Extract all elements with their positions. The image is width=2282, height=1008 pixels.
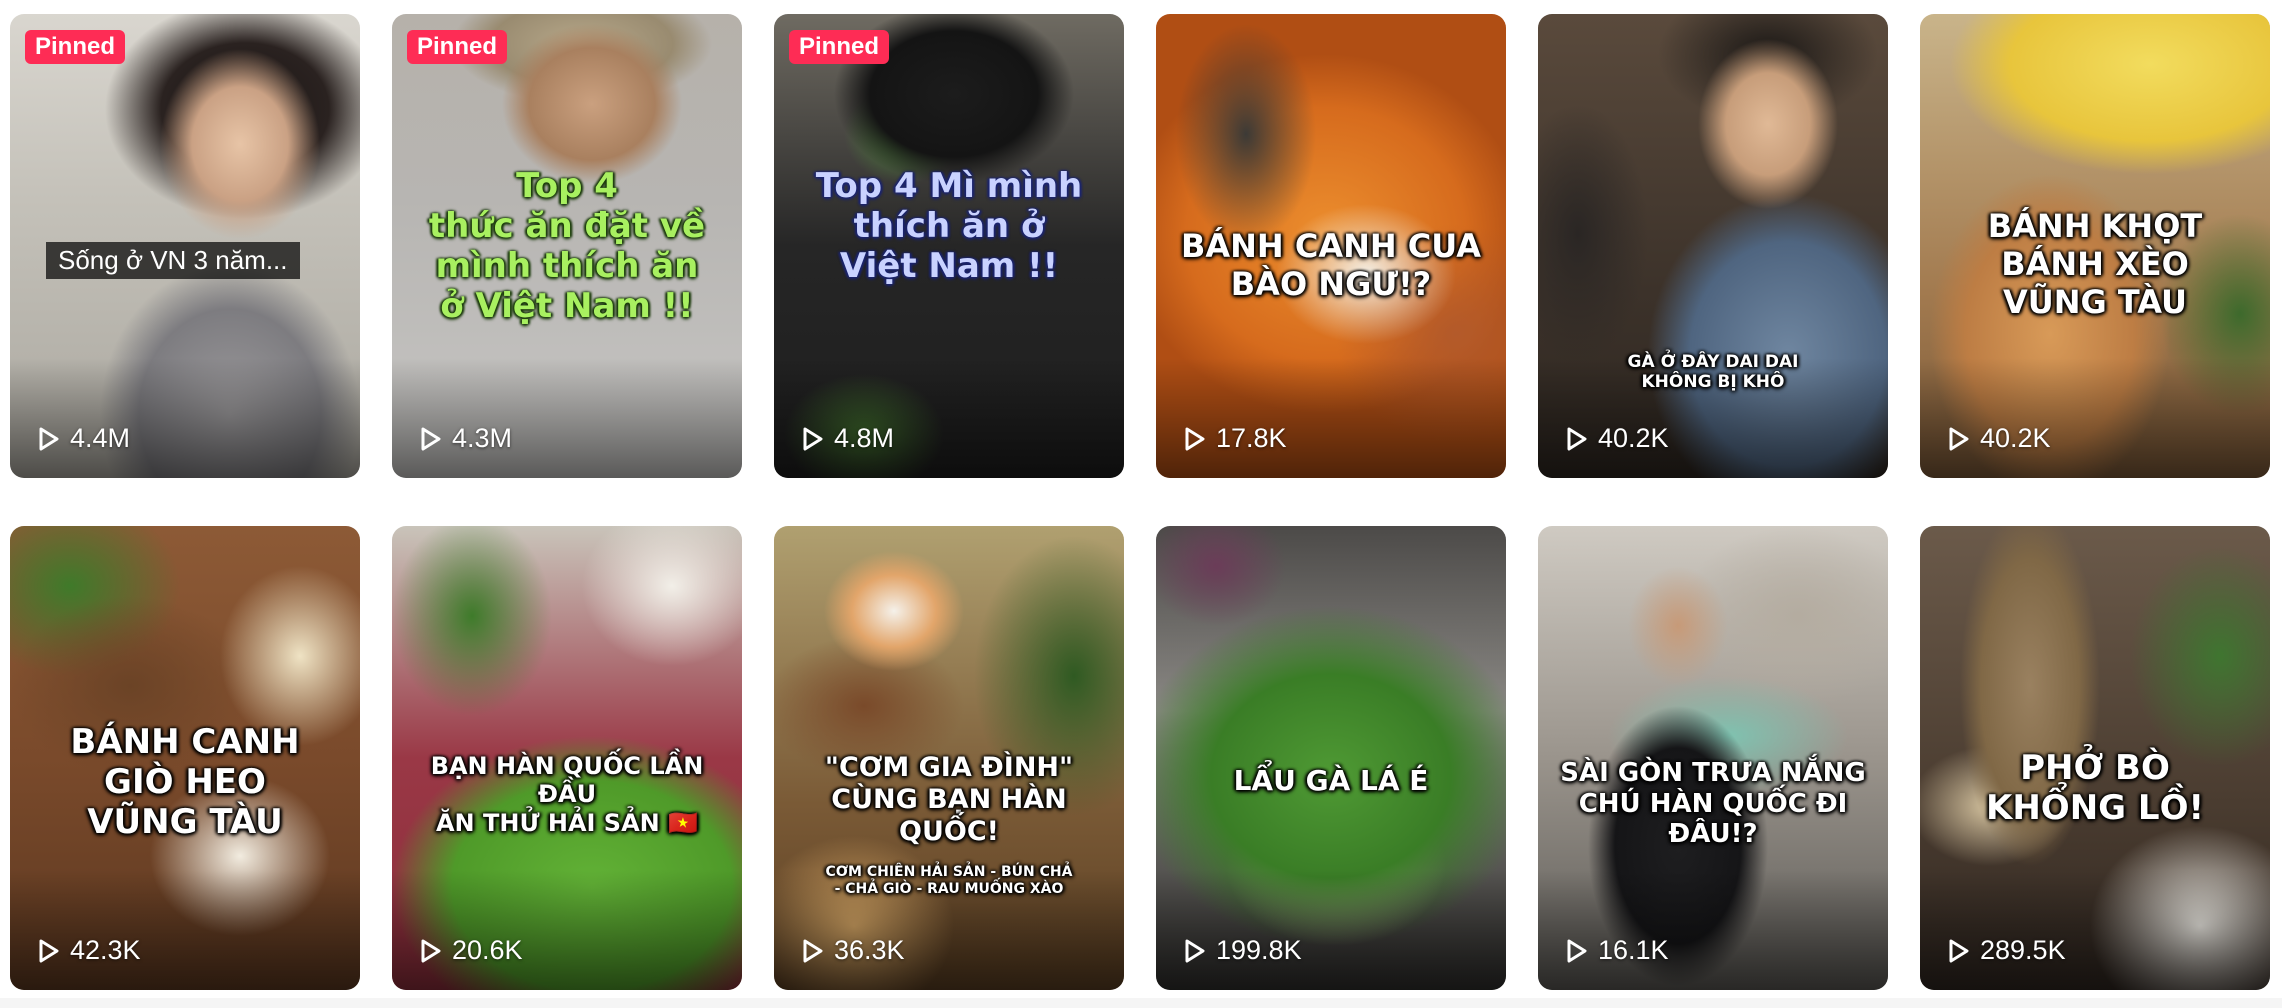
video-card[interactable]: BÁNH CANH CUA BÀO NGƯ!? 17.8K bbox=[1156, 14, 1506, 478]
view-count-value: 40.2K bbox=[1598, 423, 1669, 453]
view-count: 4.4M bbox=[38, 423, 130, 454]
video-caption: Top 4 thức ăn đặt về mình thích ăn ở Việ… bbox=[428, 166, 706, 327]
video-card[interactable]: Pinned Top 4 Mì mình thích ăn ở Việt Nam… bbox=[774, 14, 1124, 478]
view-count-value: 40.2K bbox=[1980, 423, 2051, 453]
video-card[interactable]: BÁNH CANH GIÒ HEO VŨNG TÀU 42.3K bbox=[10, 526, 360, 990]
thumbnail-shade bbox=[392, 358, 742, 478]
video-card[interactable]: Pinned Top 4 thức ăn đặt về mình thích ă… bbox=[392, 14, 742, 478]
view-count: 42.3K bbox=[38, 935, 141, 966]
thumbnail-shade bbox=[1156, 358, 1506, 478]
play-icon bbox=[39, 939, 59, 962]
video-caption: Top 4 Mì mình thích ăn ở Việt Nam !! bbox=[815, 166, 1083, 287]
video-caption: BÁNH KHỌT BÁNH XÈO VŨNG TÀU bbox=[1987, 207, 2203, 321]
view-count: 4.3M bbox=[420, 423, 512, 454]
video-caption: "CƠM GIA ĐÌNH" CÙNG BẠN HÀN QUỐC! bbox=[824, 752, 1074, 847]
thumbnail-shade bbox=[1538, 870, 1888, 990]
play-icon bbox=[1185, 427, 1205, 450]
view-count-value: 17.8K bbox=[1216, 423, 1287, 453]
view-count-value: 36.3K bbox=[834, 935, 905, 965]
video-caption: BẠN HÀN QUỐC LẦN ĐẦU ĂN THỬ HẢI SẢN 🇻🇳 bbox=[430, 752, 704, 837]
view-count: 199.8K bbox=[1184, 935, 1302, 966]
video-sub-caption: CƠM CHIÊN HẢI SẢN - BÚN CHẢ - CHẢ GIÒ - … bbox=[825, 864, 1073, 897]
view-count: 36.3K bbox=[802, 935, 905, 966]
view-count-value: 4.4M bbox=[70, 423, 131, 453]
video-grid: Pinned Sống ở VN 3 năm... 4.4M Pinned To… bbox=[0, 0, 2282, 1008]
view-count: 20.6K bbox=[420, 935, 523, 966]
view-count-value: 4.8M bbox=[834, 423, 895, 453]
view-count: 40.2K bbox=[1566, 423, 1669, 454]
play-icon bbox=[1949, 427, 1969, 450]
play-icon bbox=[421, 939, 441, 962]
view-count: 40.2K bbox=[1948, 423, 2051, 454]
view-count: 16.1K bbox=[1566, 935, 1669, 966]
video-caption: Sống ở VN 3 năm... bbox=[46, 242, 300, 279]
video-card[interactable]: PHỞ BÒ KHỔNG LỒ! 289.5K bbox=[1920, 526, 2270, 990]
pinned-badge: Pinned bbox=[789, 30, 890, 64]
play-icon bbox=[1949, 939, 1969, 962]
thumbnail-shade bbox=[10, 358, 360, 478]
video-caption: LẨU GÀ LÁ É bbox=[1233, 764, 1429, 797]
view-count-value: 199.8K bbox=[1216, 935, 1302, 965]
play-icon bbox=[803, 427, 823, 450]
thumbnail-shade bbox=[392, 870, 742, 990]
view-count: 4.8M bbox=[802, 423, 894, 454]
video-card[interactable]: "CƠM GIA ĐÌNH" CÙNG BẠN HÀN QUỐC! CƠM CH… bbox=[774, 526, 1124, 990]
video-card[interactable]: Pinned Sống ở VN 3 năm... 4.4M bbox=[10, 14, 360, 478]
page-bottom-strip bbox=[0, 998, 2282, 1008]
pinned-badge: Pinned bbox=[25, 30, 126, 64]
view-count-value: 289.5K bbox=[1980, 935, 2066, 965]
view-count-value: 16.1K bbox=[1598, 935, 1669, 965]
play-icon bbox=[421, 427, 441, 450]
video-caption: PHỞ BÒ KHỔNG LỒ! bbox=[1986, 748, 2204, 829]
play-icon bbox=[39, 427, 59, 450]
video-card[interactable]: BẠN HÀN QUỐC LẦN ĐẦU ĂN THỬ HẢI SẢN 🇻🇳 2… bbox=[392, 526, 742, 990]
play-icon bbox=[1185, 939, 1205, 962]
view-count: 17.8K bbox=[1184, 423, 1287, 454]
thumbnail-shade bbox=[774, 358, 1124, 478]
video-caption: BÁNH CANH GIÒ HEO VŨNG TÀU bbox=[70, 722, 300, 843]
video-card[interactable]: GÀ Ở ĐÂY DAI DAI KHÔNG BỊ KHÔ 40.2K bbox=[1538, 14, 1888, 478]
thumbnail-shade bbox=[1156, 870, 1506, 990]
video-caption: GÀ Ở ĐÂY DAI DAI KHÔNG BỊ KHÔ bbox=[1627, 352, 1799, 393]
view-count-value: 42.3K bbox=[70, 935, 141, 965]
thumbnail-shade bbox=[1920, 358, 2270, 478]
view-count-value: 20.6K bbox=[452, 935, 523, 965]
play-icon bbox=[1567, 427, 1587, 450]
video-card[interactable]: BÁNH KHỌT BÁNH XÈO VŨNG TÀU 40.2K bbox=[1920, 14, 2270, 478]
video-caption: SÀI GÒN TRƯA NẮNG CHÚ HÀN QUỐC ĐI ĐÂU!? bbox=[1560, 758, 1866, 850]
view-count-value: 4.3M bbox=[452, 423, 513, 453]
video-caption: BÁNH CANH CUA BÀO NGƯ!? bbox=[1180, 227, 1482, 303]
video-card[interactable]: SÀI GÒN TRƯA NẮNG CHÚ HÀN QUỐC ĐI ĐÂU!? … bbox=[1538, 526, 1888, 990]
play-icon bbox=[1567, 939, 1587, 962]
thumbnail-shade bbox=[10, 870, 360, 990]
view-count: 289.5K bbox=[1948, 935, 2066, 966]
pinned-badge: Pinned bbox=[407, 30, 508, 64]
play-icon bbox=[803, 939, 823, 962]
thumbnail-shade bbox=[1920, 870, 2270, 990]
video-card[interactable]: LẨU GÀ LÁ É 199.8K bbox=[1156, 526, 1506, 990]
